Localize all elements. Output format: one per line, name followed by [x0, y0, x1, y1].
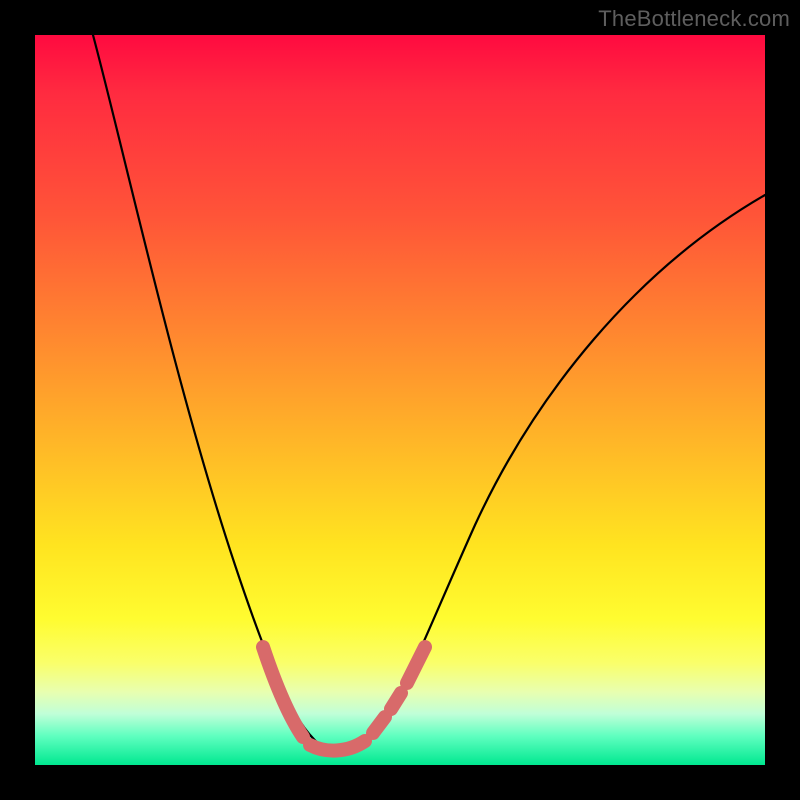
watermark-text: TheBottleneck.com [598, 6, 790, 32]
highlight-right-bead-3 [407, 647, 425, 683]
highlight-trough-segment [310, 741, 365, 751]
plot-area [35, 35, 765, 765]
highlight-right-bead-2 [391, 693, 401, 709]
outer-frame: TheBottleneck.com [0, 0, 800, 800]
highlight-right-bead-1 [373, 717, 385, 733]
highlight-left-segment [263, 647, 303, 737]
bottleneck-curve-svg [35, 35, 765, 765]
